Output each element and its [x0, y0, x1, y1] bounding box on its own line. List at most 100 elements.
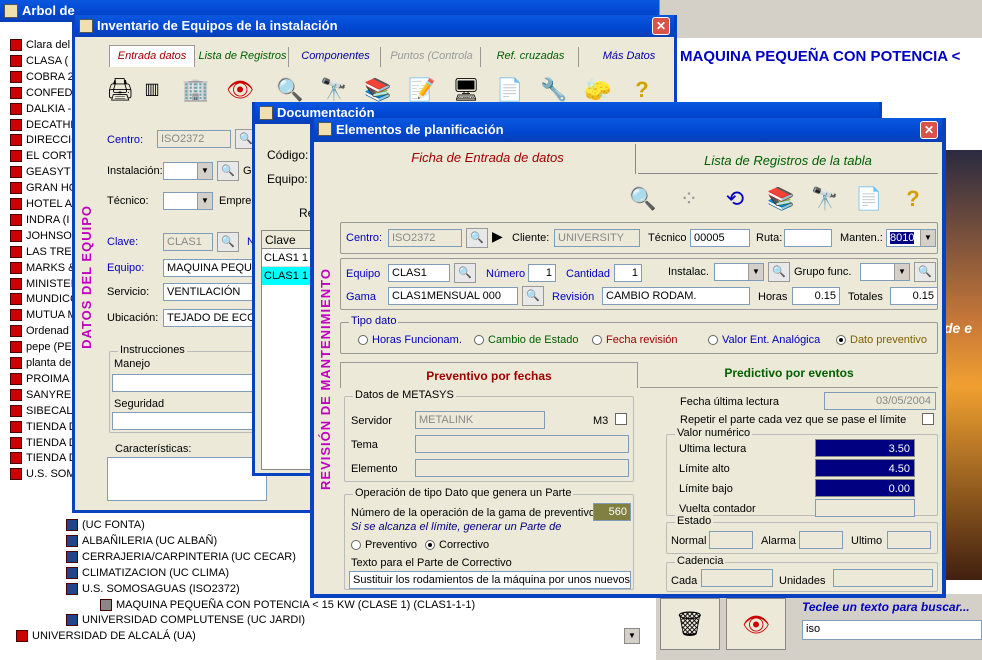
tree-item[interactable]: SANYRE	[10, 387, 71, 403]
instalac-search-button[interactable]: 🔍	[768, 262, 790, 282]
tree-item[interactable]: DALKIA -	[10, 101, 71, 117]
ruta-select[interactable]	[784, 229, 832, 247]
tab-lista-registros[interactable]: Lista de Registros	[197, 47, 289, 67]
tree-item[interactable]: GEASYT	[10, 164, 71, 180]
radio-preventivo[interactable]: Dato preventivo	[836, 334, 927, 346]
tree-item[interactable]: MINISTEI	[10, 276, 74, 292]
texto-field[interactable]: Sustituir los rodamientos de la máquina …	[349, 571, 631, 589]
elemento-field[interactable]	[415, 459, 629, 477]
bajo-value[interactable]: 0.00	[815, 479, 915, 497]
tree-item[interactable]: INDRA (I	[10, 212, 69, 228]
delete-button[interactable]: 🗑	[660, 598, 720, 650]
search-doc-icon[interactable]: 🔍	[275, 75, 305, 105]
clave-field[interactable]: CLAS1	[163, 233, 213, 251]
tab-mas-datos[interactable]: Más Datos	[581, 47, 674, 67]
refresh-icon[interactable]: ⟲	[720, 184, 750, 214]
help-icon[interactable]: ?	[627, 75, 657, 105]
ubicacion-field[interactable]: TEJADO DE ECONO	[163, 309, 263, 327]
revision-field[interactable]: CAMBIO RODAM.	[602, 287, 750, 305]
seguridad-field[interactable]	[112, 412, 268, 430]
equipo-search-button[interactable]: 🔍	[454, 263, 476, 283]
binoculars-icon[interactable]: 🔭	[810, 184, 840, 214]
tab-entrada-datos[interactable]: Entrada datos	[109, 45, 195, 67]
tree-subitem[interactable]: UNIVERSIDAD COMPLUTENSE (UC JARDI)	[66, 612, 305, 628]
tree-subitem[interactable]: U.S. SOMOSAGUAS (ISO2372)	[66, 581, 240, 597]
normal-field[interactable]	[709, 531, 753, 549]
caracteristicas-field[interactable]	[107, 457, 267, 501]
tree-item[interactable]: U.S. SOM	[10, 466, 76, 482]
radio-op-preventivo[interactable]: Preventivo	[351, 539, 417, 551]
help-icon[interactable]: ?	[898, 184, 928, 214]
tab-ficha[interactable]: Ficha de Entrada de datos	[340, 144, 636, 174]
tree-item[interactable]: planta de	[10, 355, 71, 371]
tree-item[interactable]: EL CORT	[10, 148, 73, 164]
centro-field[interactable]: ISO2372	[157, 130, 231, 148]
tab-ref-cruzadas[interactable]: Ref. cruzadas	[483, 47, 579, 67]
instalac-select[interactable]: ▼	[714, 263, 764, 281]
tab-predictivo-eventos[interactable]: Predictivo por eventos	[640, 362, 938, 388]
tree-item[interactable]: TIENDA D	[10, 419, 77, 435]
radio-fecha[interactable]: Fecha revisión	[592, 334, 678, 346]
tree-item[interactable]: MUNDICO	[10, 291, 79, 307]
repetir-checkbox[interactable]	[922, 413, 934, 425]
ultima-value[interactable]: 3.50	[815, 439, 915, 457]
cada-field[interactable]	[701, 569, 773, 587]
grupo-search-button[interactable]: 🔍	[914, 262, 936, 282]
equipo-select[interactable]: CLAS1	[388, 264, 450, 282]
printer-icon[interactable]: 🖨	[105, 75, 135, 105]
tree-item[interactable]: JOHNSO	[10, 228, 72, 244]
table-row[interactable]: CLAS1 1	[262, 249, 316, 267]
tree-scrollbar[interactable]: ▼	[624, 628, 640, 644]
monitor-icon[interactable]: 🖥	[451, 75, 481, 105]
radio-op-correctivo[interactable]: Correctivo	[425, 539, 489, 551]
instalacion-search-button[interactable]: 🔍	[217, 161, 239, 181]
tree-item[interactable]: COBRA 2	[10, 69, 74, 85]
tree-item[interactable]: Clara del	[10, 37, 70, 53]
clave-search-button[interactable]: 🔍	[217, 232, 239, 252]
search-doc-icon[interactable]: 🔍	[628, 184, 658, 214]
fecha-field[interactable]: 03/05/2004	[824, 392, 936, 410]
tree-subitem[interactable]: ALBAÑILERIA (UC ALBAÑ)	[66, 533, 217, 549]
tree-item[interactable]: MUTUA M	[10, 307, 77, 323]
document-icon[interactable]: 📄	[495, 75, 525, 105]
tecnico-select[interactable]: 00005	[690, 229, 750, 247]
gama-search-button[interactable]: 🔍	[522, 286, 544, 306]
vuelta-field[interactable]	[815, 499, 915, 517]
unidades-field[interactable]	[833, 569, 933, 587]
eraser-icon[interactable]: 🧽	[583, 75, 613, 105]
grupo-select[interactable]: ▼	[860, 263, 910, 281]
alto-value[interactable]: 4.50	[815, 459, 915, 477]
m3-checkbox[interactable]	[615, 413, 627, 425]
close-button[interactable]: ✕	[652, 17, 670, 35]
tree-subitem[interactable]: MAQUINA PEQUEÑA CON POTENCIA < 15 KW (CL…	[100, 597, 475, 613]
tree-item[interactable]: Ordenad	[10, 323, 69, 339]
radio-cambio[interactable]: Cambio de Estado	[474, 334, 579, 346]
tools-icon[interactable]: 🔧	[539, 75, 569, 105]
totales-field[interactable]: 0.15	[890, 287, 938, 305]
close-button[interactable]: ✕	[920, 121, 938, 139]
tree-item[interactable]: pepe (PE	[10, 339, 72, 355]
tree-item[interactable]: CONFED	[10, 85, 72, 101]
eye-icon[interactable]: 👁	[225, 75, 255, 105]
op-num-field[interactable]: 560	[593, 503, 631, 521]
edit-icon[interactable]: 📝	[407, 75, 437, 105]
servicio-field[interactable]: VENTILACIÓN	[163, 283, 263, 301]
tree-item[interactable]: MARKS &	[10, 260, 76, 276]
document-icon[interactable]: 📄	[854, 184, 884, 214]
dots-icon[interactable]: ⁘	[674, 184, 704, 214]
tree-item[interactable]: PROIMA	[10, 371, 69, 387]
manejo-field[interactable]	[112, 374, 268, 392]
tree-subitem[interactable]: CLIMATIZACION (UC CLIMA)	[66, 565, 229, 581]
books-icon[interactable]: 📚	[766, 184, 796, 214]
alarma-field[interactable]	[799, 531, 843, 549]
radio-valor[interactable]: Valor Ent. Analógica	[708, 334, 820, 346]
play-icon[interactable]: ▶	[492, 228, 503, 245]
table-row[interactable]: CLAS1 1	[262, 267, 316, 285]
barcode-icon[interactable]: ▥	[137, 75, 167, 105]
tree-item[interactable]: TIENDA D	[10, 435, 77, 451]
centro-search-button[interactable]: 🔍	[466, 228, 488, 248]
books-icon[interactable]: 📚	[363, 75, 393, 105]
tab-componentes[interactable]: Componentes	[291, 47, 381, 67]
tree-item[interactable]: SIBECAL	[10, 403, 72, 419]
numero-field[interactable]: 1	[528, 264, 556, 282]
